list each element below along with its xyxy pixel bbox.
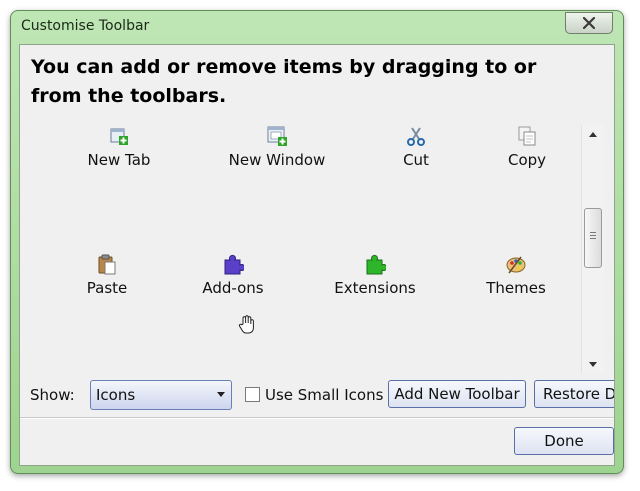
divider (20, 417, 614, 419)
show-select-value: Icons (96, 386, 136, 404)
addons-puzzle-icon (224, 254, 244, 275)
palette-item-label: Themes (486, 279, 546, 297)
palette-icon (506, 256, 526, 274)
scroll-down-button[interactable] (586, 357, 600, 371)
title-bar[interactable]: Customise Toolbar (11, 11, 623, 44)
extensions-puzzle-icon (366, 254, 386, 275)
palette-scrollbar[interactable] (581, 125, 604, 373)
palette-item-label: Copy (507, 151, 547, 169)
options-row: Show: Icons Use Small Icons Add New Tool… (20, 379, 614, 411)
hand-cursor-icon (238, 315, 254, 334)
scroll-up-button[interactable] (586, 127, 600, 141)
triangle-up-icon (589, 131, 597, 137)
customise-toolbar-dialog: Customise Toolbar You can add or remove … (10, 10, 624, 474)
copy-icon (518, 126, 536, 146)
dialog-title: Customise Toolbar (21, 18, 150, 34)
palette-item-paste[interactable]: Paste (42, 253, 172, 313)
palette-item-label: Add-ons (202, 279, 264, 297)
instruction-heading: You can add or remove items by dragging … (31, 56, 537, 107)
dialog-body: You can add or remove items by dragging … (19, 44, 615, 466)
use-small-icons-checkbox[interactable] (245, 387, 260, 402)
palette-item-extensions[interactable]: Extensions (310, 253, 440, 313)
restore-default-set-button[interactable]: Restore De (534, 380, 614, 408)
scrollbar-thumb[interactable] (584, 208, 602, 268)
show-select[interactable]: Icons (90, 380, 232, 410)
close-button[interactable] (565, 12, 613, 34)
paste-icon (98, 254, 116, 275)
add-new-toolbar-button[interactable]: Add New Toolbar (388, 380, 526, 408)
use-small-icons-label[interactable]: Use Small Icons (265, 386, 383, 404)
palette-item-label: New Window (228, 151, 326, 169)
scissors-icon (407, 127, 425, 146)
chevron-down-icon (217, 392, 225, 397)
triangle-down-icon (589, 361, 597, 367)
palette-item-new-tab[interactable]: New Tab (54, 125, 184, 185)
palette-item-label: New Tab (87, 151, 151, 169)
show-label: Show: (30, 386, 75, 404)
done-button[interactable]: Done (514, 427, 614, 455)
palette-item-label: Extensions (334, 279, 416, 297)
palette-item-new-window[interactable]: New Window (212, 125, 342, 185)
palette-item-copy[interactable]: Copy (462, 125, 592, 185)
palette-item-themes[interactable]: Themes (451, 253, 581, 313)
toolbar-item-palette: New Tab New Window Cut Copy Paste Add-on… (20, 125, 580, 365)
palette-item-label: Paste (86, 279, 128, 297)
new-tab-icon (110, 128, 128, 145)
new-window-icon (267, 126, 287, 146)
close-icon (583, 17, 595, 29)
palette-item-add-ons[interactable]: Add-ons (168, 253, 298, 313)
